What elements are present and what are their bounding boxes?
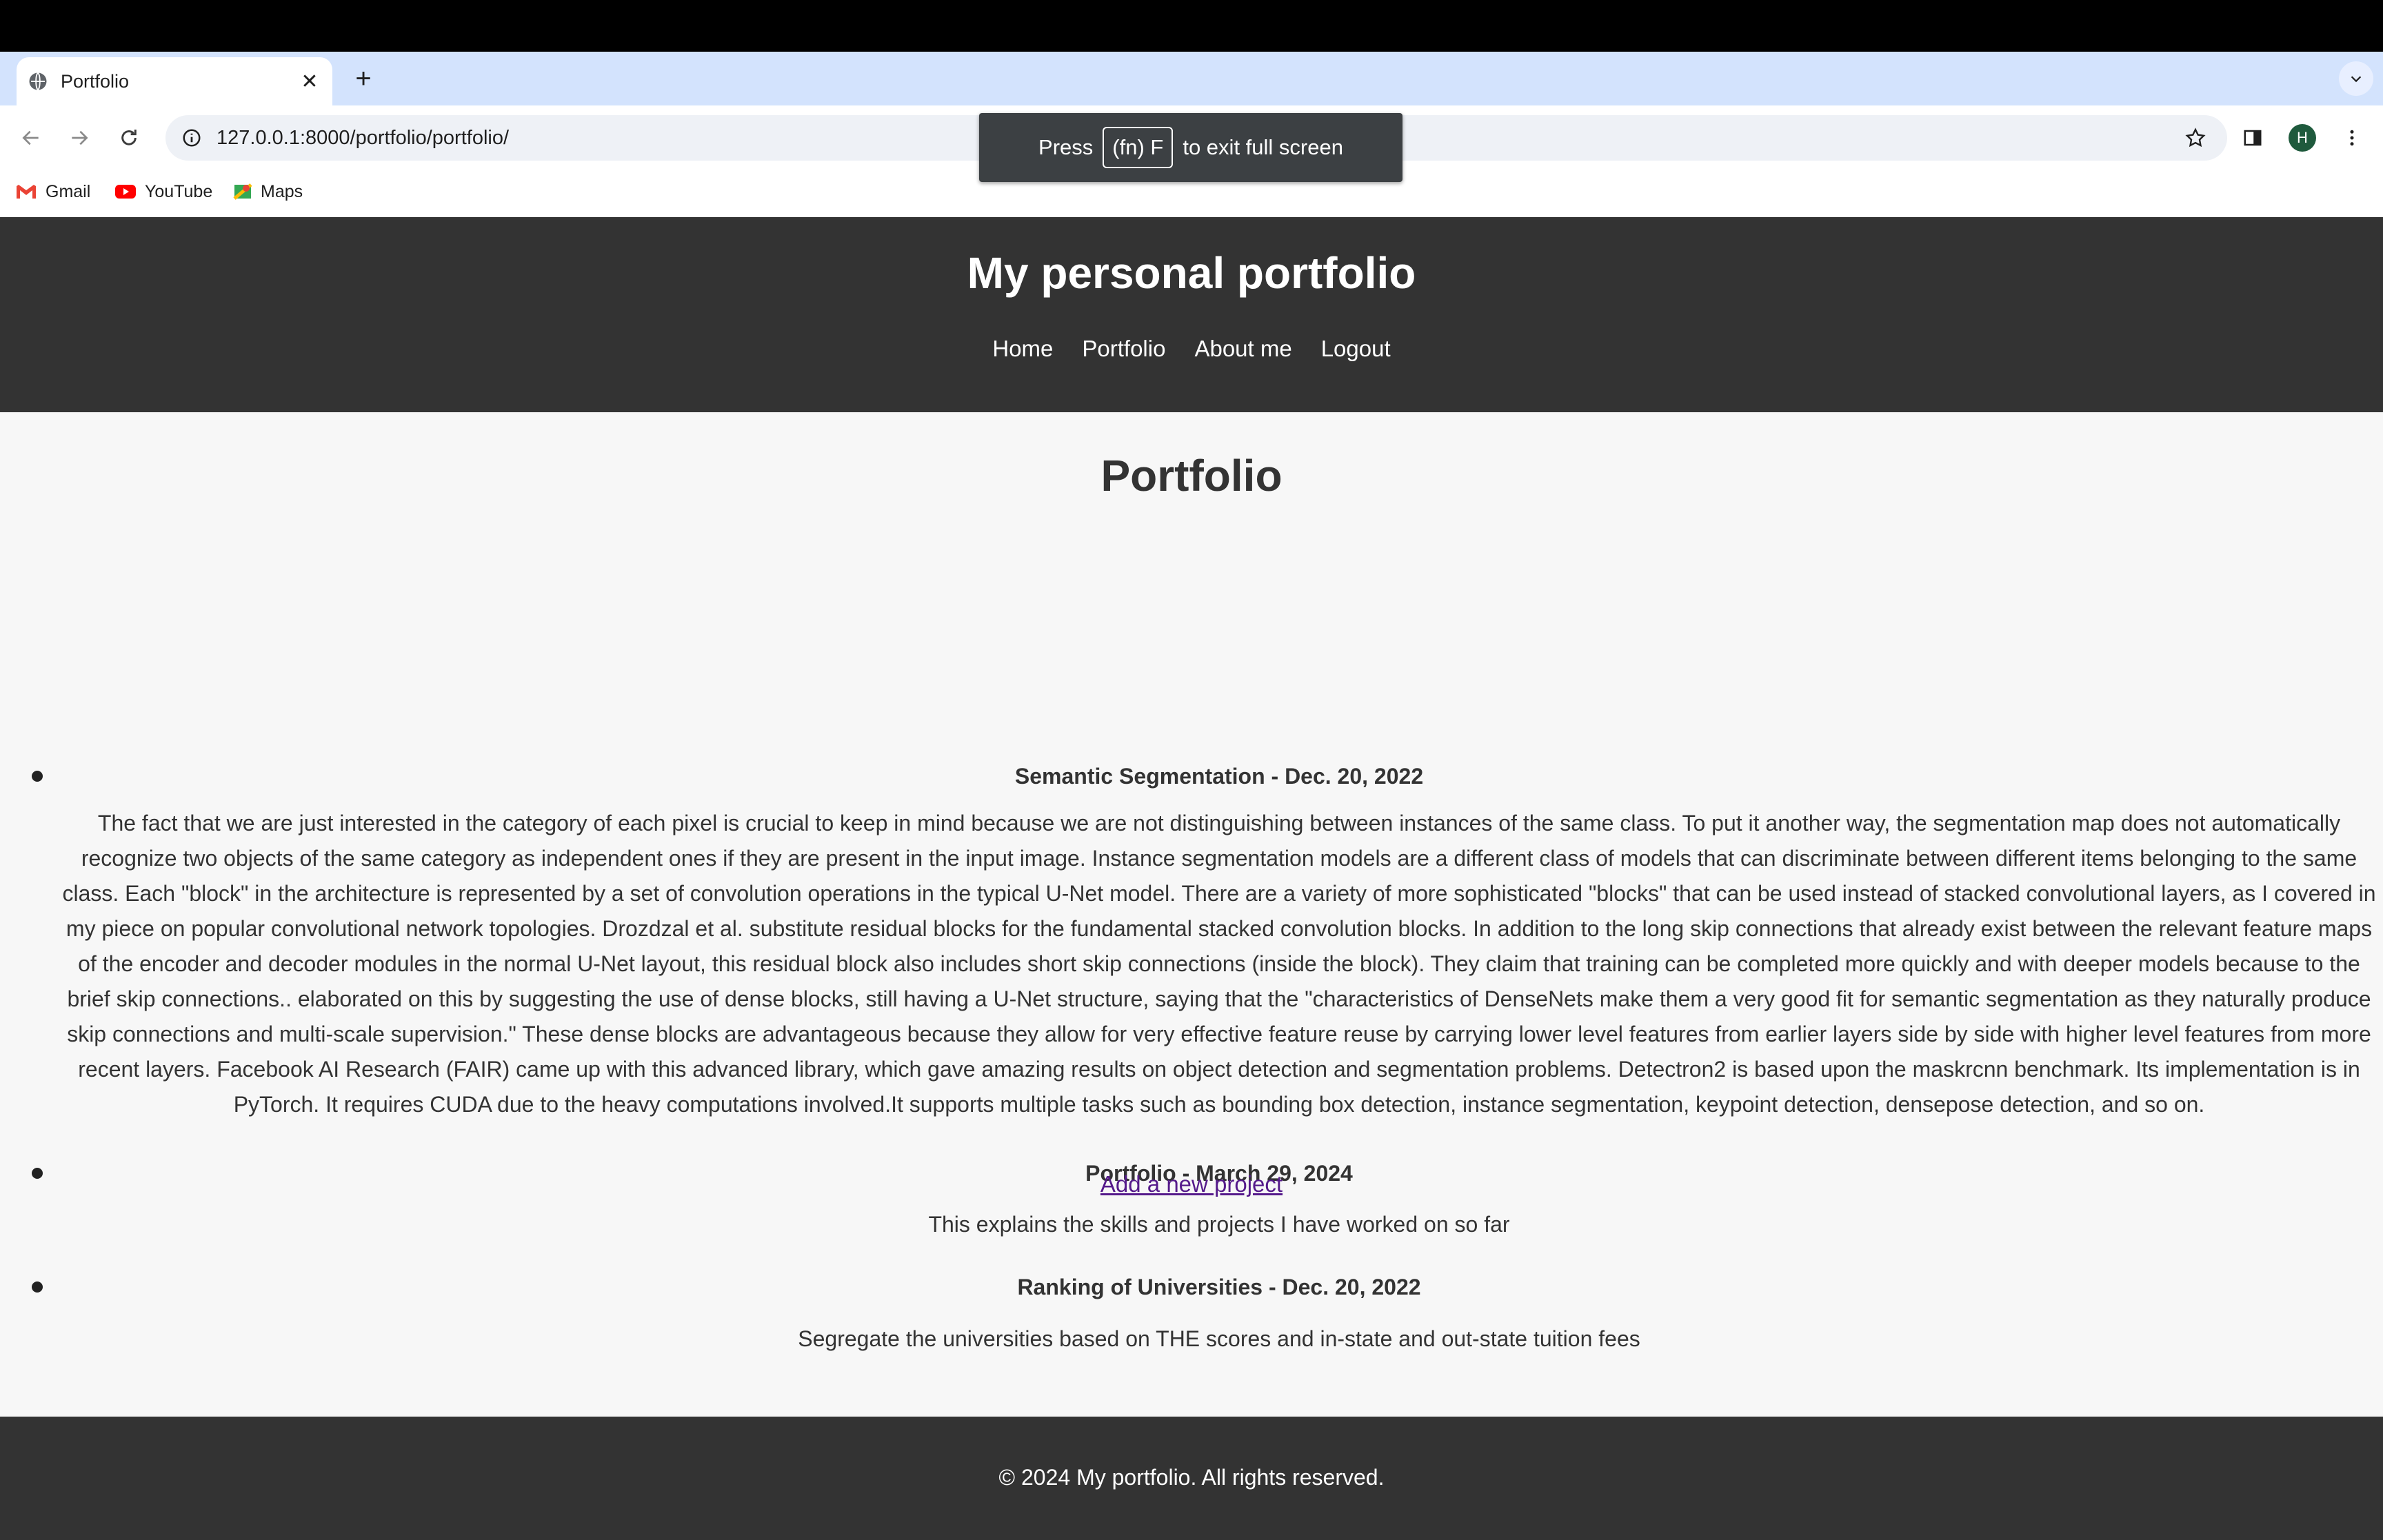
gmail-icon — [17, 185, 36, 199]
bookmark-gmail[interactable]: Gmail — [15, 170, 90, 213]
project-description: This explains the skills and projects I … — [928, 1212, 1510, 1237]
list-bullet — [32, 771, 43, 782]
close-tab-icon[interactable]: ✕ — [298, 70, 321, 93]
fullscreen-key-hint: (fn) F — [1103, 127, 1174, 168]
tab-strip: Portfolio ✕ + — [0, 52, 2383, 105]
fullscreen-exit-toast: Press (fn) F to exit full screen — [979, 113, 1402, 182]
site-title: My personal portfolio — [967, 248, 1416, 298]
back-icon[interactable] — [14, 121, 48, 155]
nav-logout-link[interactable]: Logout — [1321, 336, 1391, 362]
tab-search-chevron-icon[interactable] — [2339, 61, 2373, 96]
nav-portfolio-link[interactable]: Portfolio — [1082, 336, 1165, 362]
list-bullet — [32, 1281, 43, 1293]
bookmark-maps[interactable]: Maps — [233, 170, 303, 213]
add-project-link[interactable]: Add a new project — [0, 1171, 2383, 1197]
bookmark-youtube[interactable]: YouTube — [114, 170, 212, 213]
project-title: Semantic Segmentation - Dec. 20, 2022 — [1014, 764, 1424, 789]
site-header: My personal portfolio Home Portfolio Abo… — [0, 217, 2383, 412]
new-tab-icon[interactable]: + — [349, 63, 378, 94]
browser-tab[interactable]: Portfolio ✕ — [17, 57, 332, 105]
page-title: Portfolio — [1100, 451, 1283, 500]
url-text[interactable]: 127.0.0.1:8000/portfolio/portfolio/ — [217, 115, 509, 161]
site-info-icon[interactable] — [178, 124, 205, 152]
nav-home-link[interactable]: Home — [992, 336, 1053, 362]
web-page: My personal portfolio Home Portfolio Abo… — [0, 217, 2383, 1540]
nav-about-link[interactable]: About me — [1194, 336, 1291, 362]
profile-avatar[interactable]: H — [2285, 121, 2320, 155]
footer-copyright: © 2024 My portfolio. All rights reserved… — [998, 1465, 1385, 1490]
reload-icon[interactable] — [112, 121, 146, 155]
tab-title: Portfolio — [61, 71, 130, 92]
bookmark-star-icon[interactable] — [2182, 124, 2209, 152]
globe-icon — [28, 71, 48, 92]
maps-icon — [233, 183, 252, 200]
menu-kebab-icon[interactable] — [2335, 121, 2369, 155]
screen-top-bar — [0, 0, 2383, 52]
youtube-icon — [115, 185, 136, 199]
forward-icon[interactable] — [62, 121, 97, 155]
project-title: Ranking of Universities - Dec. 20, 2022 — [1017, 1275, 1421, 1299]
site-nav: Home Portfolio About me Logout — [0, 336, 2383, 362]
project-description: Segregate the universities based on THE … — [798, 1326, 1640, 1351]
site-footer: © 2024 My portfolio. All rights reserved… — [0, 1417, 2383, 1540]
side-panel-icon[interactable] — [2235, 121, 2270, 155]
project-description: The fact that we are just interested in … — [62, 811, 2376, 1117]
